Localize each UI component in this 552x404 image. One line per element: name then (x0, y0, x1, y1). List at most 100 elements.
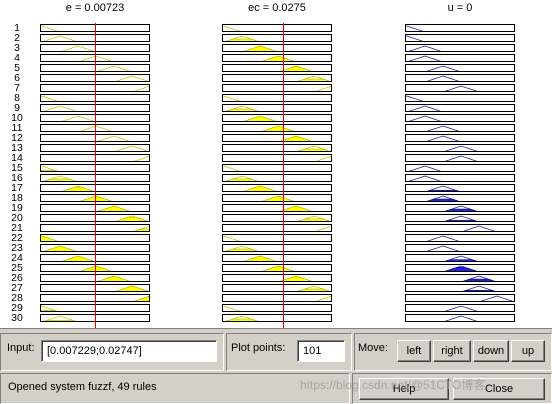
e-mf-fill (134, 228, 149, 231)
plot-points-label: Plot points: (231, 342, 286, 354)
u-rule-5-plot (405, 64, 515, 72)
plot-points-field[interactable]: 101 (297, 340, 345, 362)
u-rule-4-plot (405, 54, 515, 62)
u-mf-fill (463, 289, 495, 291)
move-left-button[interactable]: left (397, 340, 431, 362)
move-group: Move: left right down up (354, 333, 552, 371)
u-mf-outline (444, 145, 478, 151)
e-mf-fill (134, 296, 149, 301)
u-rule-12-plot (405, 134, 515, 142)
move-up-button[interactable]: up (511, 340, 545, 362)
ec-mf-fill (226, 38, 258, 41)
e-mf-outline (41, 95, 59, 101)
e-mf-outline (43, 315, 77, 321)
e-mf-outline (43, 105, 77, 111)
ec-input-index-line[interactable] (283, 23, 284, 328)
u-rule-11-plot (405, 124, 515, 132)
e-mf-outline (61, 45, 95, 51)
u-rule-24-plot (405, 254, 515, 262)
u-rule-15-plot (405, 164, 515, 172)
plot-points-group: Plot points: 101 (226, 333, 352, 371)
u-mf-fill (445, 259, 477, 261)
ec-rule-9-plot (222, 104, 332, 112)
u-rule-10-plot (405, 114, 515, 122)
u-rule-18-plot (405, 194, 515, 202)
ec-mf-fill (244, 115, 276, 121)
e-mf-outline (79, 125, 113, 131)
e-mf-outline (133, 155, 149, 161)
ec-rule-3-plot (222, 44, 332, 52)
ec-rule-15-plot (222, 164, 332, 172)
input-label: Input: (7, 342, 35, 354)
u-rule-17-plot (405, 184, 515, 192)
e-mf-fill (41, 169, 58, 171)
ec-mf-fill (298, 218, 330, 221)
u-mf-outline (408, 165, 442, 171)
u-rule-3-plot (405, 44, 515, 52)
e-mf-outline (41, 165, 59, 171)
e-mf-outline (41, 305, 59, 311)
ec-mf-fill (226, 178, 258, 181)
ec-rule-26-plot (222, 274, 332, 282)
u-mf-outline (480, 295, 514, 301)
ec-rule-14-plot (222, 154, 332, 162)
e-mf-outline (61, 115, 95, 121)
e-mf-fill (116, 285, 148, 291)
ec-rule-1-plot (222, 24, 332, 32)
u-rule-25-plot (405, 264, 515, 272)
e-mf-outline (41, 25, 59, 31)
ec-rule-11-plot (222, 124, 332, 132)
u-rule-8-plot (405, 94, 515, 102)
e-mf-fill (44, 178, 76, 181)
u-rule-19-plot (405, 204, 515, 212)
u-rule-14-plot (405, 154, 515, 162)
e-input-index-line[interactable] (95, 23, 96, 328)
u-rule-28-plot (405, 294, 515, 302)
u-mf-fill (445, 208, 477, 211)
ec-mf-fill (298, 78, 330, 81)
ec-mf-outline (315, 225, 331, 231)
u-mf-fill (445, 219, 477, 221)
ec-rule-17-plot (222, 184, 332, 192)
move-label: Move: (358, 342, 388, 354)
rule-viewer-plot-area: e = 0.00723 ec = 0.0275 u = 0 1234567891… (0, 0, 552, 328)
u-mf-outline (444, 85, 478, 91)
u-mf-outline (426, 65, 460, 71)
e-mf-outline (115, 75, 149, 81)
e-mf-fill (116, 216, 148, 221)
u-mf-outline (406, 95, 424, 101)
input-field[interactable]: [0.007229;0.02747] (41, 340, 217, 362)
ec-mf-fill (244, 45, 276, 51)
ec-rule-18-plot (222, 194, 332, 202)
ec-rule-16-plot (222, 174, 332, 182)
ec-mf-fill (226, 108, 258, 111)
ec-mf-outline (315, 85, 331, 91)
u-mf-fill (427, 189, 459, 191)
ec-mf-fill (244, 185, 276, 191)
u-mf-outline (408, 105, 442, 111)
u-mf-outline (426, 125, 460, 131)
ec-rule-19-plot (222, 204, 332, 212)
ec-rule-5-plot (222, 64, 332, 72)
u-mf-outline (444, 315, 478, 321)
move-right-button[interactable]: right (433, 340, 471, 362)
e-mf-fill (44, 319, 76, 321)
ec-rule-23-plot (222, 244, 332, 252)
u-mf-outline (444, 255, 478, 261)
u-rule-21-plot (405, 224, 515, 232)
u-mf-outline (444, 305, 478, 311)
ec-mf-fill (226, 318, 258, 321)
ec-rule-4-plot (222, 54, 332, 62)
u-rule-26-plot (405, 274, 515, 282)
u-mf-outline (408, 55, 442, 61)
u-mf-outline (408, 175, 442, 181)
u-rule-30-plot (405, 314, 515, 322)
status-bar: Opened system fuzzf, 49 rules (0, 373, 350, 404)
u-mf-outline (426, 135, 460, 141)
e-mf-outline (133, 85, 149, 91)
u-mf-outline (462, 285, 496, 291)
rule-number-30[interactable]: 30 (6, 313, 28, 324)
e-mf-outline (97, 65, 131, 71)
u-mf-outline (426, 235, 460, 241)
move-down-button[interactable]: down (473, 340, 509, 362)
